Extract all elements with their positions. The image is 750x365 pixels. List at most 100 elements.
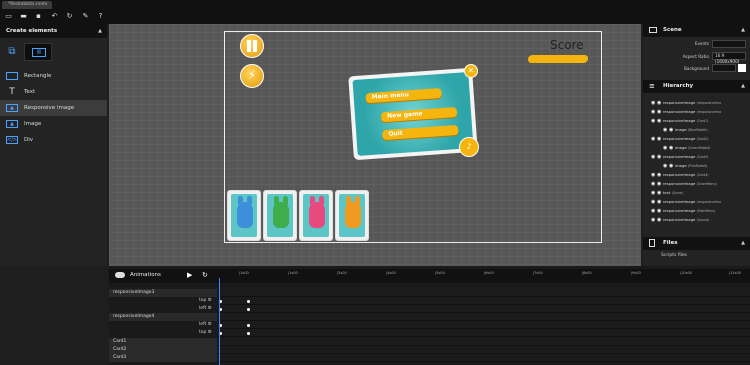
hierarchy-row[interactable]: ◉ ◉ responsiveImage (Card4)	[651, 170, 747, 179]
close-icon[interactable]: ✕	[464, 64, 478, 78]
hierarchy-row[interactable]: ◉ ◉ responsiveImage (MainMenu)	[651, 206, 747, 215]
tick-label: |1s00	[239, 271, 249, 275]
section-title: Files	[663, 240, 678, 246]
scene-header[interactable]: Scene ▲	[643, 24, 750, 37]
play-icon[interactable]: ▶	[187, 271, 192, 279]
hierarchy-row[interactable]: ◉ ◉ responsiveImage (Sound)	[651, 215, 747, 224]
item-label: Text	[24, 89, 36, 95]
hierarchy-row[interactable]: ◉ ◉ responsiveImage (Card3)	[651, 152, 747, 161]
track-row[interactable]: top ⚙	[109, 297, 750, 305]
events-field[interactable]	[712, 40, 746, 48]
hierarchy-row[interactable]: ◉ ◉ text (Score)	[651, 188, 747, 197]
layout-mode-button[interactable]: ▥	[24, 43, 52, 61]
keyframe[interactable]	[247, 307, 250, 311]
track-header[interactable]: Card2	[109, 346, 750, 354]
hierarchy-row[interactable]: ◉ ◉ responsiveImage (responsiveIma	[651, 107, 747, 116]
create-rectangle[interactable]: Rectangle	[0, 68, 107, 84]
hierarchy-row[interactable]: ◉ ◉ responsiveImage (Card1)	[651, 116, 747, 125]
image-icon: ▲	[6, 104, 18, 112]
create-text[interactable]: T Text	[0, 84, 107, 100]
track-header[interactable]: responsiveImage3	[109, 289, 750, 297]
undo-icon[interactable]: ↶	[51, 13, 58, 20]
track-header[interactable]: Card3	[109, 354, 750, 362]
refresh-icon[interactable]: ↻	[202, 271, 208, 279]
collapse-icon[interactable]: ▲	[741, 80, 745, 93]
keyframe[interactable]	[247, 299, 250, 303]
tab-bar: *Redrabbits.nnmi	[0, 0, 750, 9]
document-tab[interactable]: *Redrabbits.nnmi	[2, 1, 52, 9]
playhead[interactable]	[219, 278, 220, 365]
animations-title: Animations	[130, 272, 161, 278]
animations-header: Animations ▶ ↻	[109, 269, 217, 283]
hierarchy-row[interactable]: ◉ ◉ responsiveImage (responsiveIma	[651, 197, 747, 206]
hierarchy-row[interactable]: ◉ ◉ image (BlueRabbit)	[663, 125, 750, 134]
open-folder-icon[interactable]: ▬	[20, 13, 27, 20]
new-game-button[interactable]: New game	[380, 106, 458, 123]
design-canvas[interactable]: ⚡ Score Main menu New game Quit ✕ ♪	[109, 24, 641, 266]
grid-icon: ▥	[32, 48, 46, 57]
track-header[interactable]: Card1	[109, 338, 750, 346]
create-responsive-image[interactable]: ▲ Responsive image	[0, 100, 107, 116]
collapse-icon[interactable]: ▲	[741, 24, 745, 37]
animations-toggle[interactable]	[115, 272, 125, 278]
track-row[interactable]: left ⚙	[109, 305, 750, 313]
files-header[interactable]: Files ▲	[643, 237, 750, 250]
create-div[interactable]: </> Div	[0, 132, 107, 148]
elements-mode-icon[interactable]: ⧉	[3, 44, 21, 60]
create-elements-header[interactable]: Create elements ▲	[0, 24, 107, 38]
animations-panel: Animations ▶ ↻ |1s00 |1s00 |3s00 |4s00 |…	[109, 266, 750, 365]
aspect-ratio-select[interactable]: 16:9 (1600x900)	[712, 52, 746, 64]
hierarchy-header[interactable]: ≡ Hierarchy ▲	[643, 80, 750, 93]
quit-button[interactable]: Quit	[382, 124, 459, 141]
create-image[interactable]: ▲ Image	[0, 116, 107, 132]
sound-icon[interactable]: ♪	[459, 137, 479, 157]
tick-label: |10s00	[680, 271, 692, 275]
tick-label: |9s00	[631, 271, 641, 275]
scripts-files[interactable]: Scripts files	[661, 253, 687, 258]
wrench-icon[interactable]: ✎	[82, 13, 89, 20]
hierarchy-row[interactable]: ◉ ◉ image (GreenRabbit)	[663, 143, 750, 152]
section-title: Hierarchy	[663, 83, 694, 89]
lightning-icon[interactable]: ⚡	[240, 64, 264, 88]
hierarchy-icon: ≡	[649, 82, 655, 90]
hierarchy-row[interactable]: ◉ ◉ responsiveImage (Card2)	[651, 134, 747, 143]
card-blue-rabbit[interactable]	[227, 190, 261, 241]
card-green-rabbit[interactable]	[263, 190, 297, 241]
keyframe[interactable]	[247, 323, 250, 327]
pause-button[interactable]	[240, 34, 264, 58]
text-icon: T	[9, 87, 15, 97]
rectangle-icon	[6, 72, 18, 80]
score-text[interactable]: Score	[550, 38, 584, 52]
card-pink-rabbit[interactable]	[299, 190, 333, 241]
menu-background: Main menu New game Quit	[352, 72, 474, 156]
main-menu-button[interactable]: Main menu	[365, 87, 442, 104]
hierarchy-row[interactable]: ◉ ◉ image (PinkRabbit)	[663, 161, 750, 170]
new-file-icon[interactable]: ▭	[5, 13, 12, 20]
save-icon[interactable]: ▪	[35, 13, 42, 20]
collapse-icon[interactable]: ▲	[98, 24, 102, 38]
div-icon: </>	[6, 136, 18, 144]
help-icon[interactable]: ?	[97, 13, 104, 20]
hierarchy-row[interactable]: ◉ ◉ responsiveImage (responsiveIma	[651, 98, 747, 107]
item-label: Rectangle	[24, 73, 52, 79]
refresh-icon[interactable]: ↻	[66, 13, 73, 20]
toolbar: ▭ ▬ ▪ ↶ ↻ ✎ ?	[0, 9, 750, 24]
timeline-ruler[interactable]: |1s00 |1s00 |3s00 |4s00 |5s00 |6s00 |7s0…	[217, 269, 750, 283]
tick-label: |6s00	[484, 271, 494, 275]
track-header[interactable]: responsiveImage4	[109, 313, 750, 321]
background-label: Background	[684, 66, 709, 71]
track-row[interactable]: top ⚙	[109, 329, 750, 337]
keyframe[interactable]	[247, 331, 250, 335]
tick-label: |8s00	[582, 271, 592, 275]
collapse-icon[interactable]: ▲	[741, 237, 745, 250]
card-orange-rabbit[interactable]	[335, 190, 369, 241]
tick-label: |1s00	[288, 271, 298, 275]
background-field[interactable]	[712, 64, 736, 72]
hierarchy-row[interactable]: ◉ ◉ responsiveImage (ScoreMenu)	[651, 179, 747, 188]
background-color-swatch[interactable]	[738, 64, 746, 72]
track-row[interactable]: left ⚙	[109, 321, 750, 329]
panel-title: Create elements	[6, 28, 58, 34]
create-elements-panel: Create elements ▲ ⧉ ▥ Rectangle T Text ▲…	[0, 24, 107, 266]
score-bar[interactable]	[527, 55, 589, 63]
tick-label: |7s00	[533, 271, 543, 275]
